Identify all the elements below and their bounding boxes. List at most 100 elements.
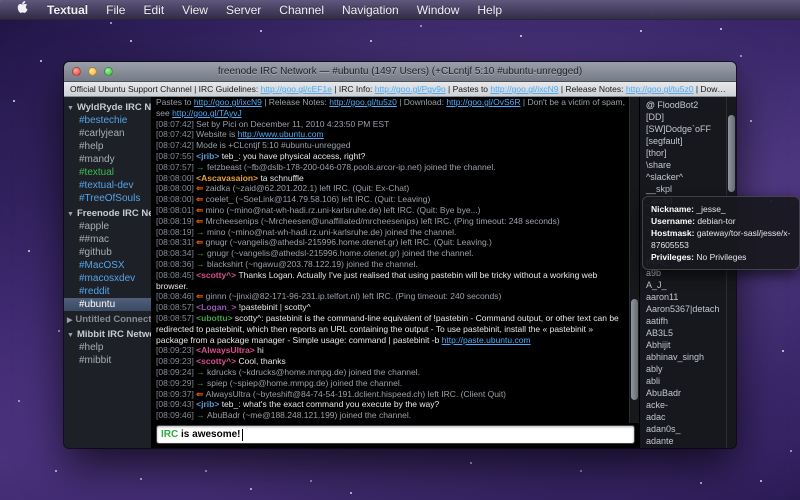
link[interactable]: http://goo.gl/TAyvJ xyxy=(172,108,242,118)
user-list-item[interactable]: acke- xyxy=(640,399,726,411)
userlist-scrollbar-thumb[interactable] xyxy=(728,115,735,192)
menu-item-navigation[interactable]: Navigation xyxy=(333,0,408,20)
input-text-segment: is xyxy=(178,429,192,440)
channel-item[interactable]: #carlyjean xyxy=(64,127,151,140)
disclosure-open-icon[interactable]: ▼ xyxy=(67,211,74,218)
channel-item[interactable]: ##mac xyxy=(64,233,151,246)
network-group-header[interactable]: ▼WyldRyde IRC Network xyxy=(64,99,151,114)
link[interactable]: http://goo.gl/cEF1e xyxy=(261,84,332,94)
channel-item[interactable]: #help xyxy=(64,341,151,354)
channel-item[interactable]: #mandy xyxy=(64,153,151,166)
channel-item[interactable]: #macosxdev xyxy=(64,272,151,285)
nickname[interactable]: <Logan_> xyxy=(196,302,239,312)
menu-item-edit[interactable]: Edit xyxy=(134,0,173,20)
topic-bar-text: Official Ubuntu Support Channel | IRC Gu… xyxy=(70,84,736,94)
window-body: ▼WyldRyde IRC Network#bestechie#carlyjea… xyxy=(64,97,736,448)
message-input[interactable]: IRC is awesome! xyxy=(156,425,635,444)
user-list-item[interactable]: [thor] xyxy=(640,147,726,159)
user-list-item[interactable]: [SW]Dodge`oFF xyxy=(640,123,726,135)
user-list-item[interactable]: AB3L5 xyxy=(640,327,726,339)
network-group-header[interactable]: ▶Untitled Connection xyxy=(64,311,151,326)
channel-item[interactable]: #help xyxy=(64,140,151,153)
user-list-item[interactable]: Aaron5367|detach xyxy=(640,303,726,315)
link[interactable]: http://goo.gl/tu5z0 xyxy=(329,97,397,107)
menubar: TextualFileEditViewServerChannelNavigati… xyxy=(0,0,800,20)
menu-item-window[interactable]: Window xyxy=(408,0,469,20)
timestamp: [08:08:57] xyxy=(156,302,196,312)
nickname[interactable]: <jrib> xyxy=(196,399,222,409)
channel-item[interactable]: #ubuntu xyxy=(64,298,151,311)
user-list-item[interactable]: Abhijit xyxy=(640,339,726,351)
input-text-segment: awesome! xyxy=(192,429,240,440)
link[interactable]: http://paste.ubuntu.com xyxy=(442,335,531,345)
minimize-button[interactable] xyxy=(88,67,97,76)
menu-item-file[interactable]: File xyxy=(97,0,134,20)
user-list-item[interactable]: aatifh xyxy=(640,315,726,327)
link[interactable]: http://goo.gl/Pgv9o xyxy=(375,84,446,94)
link[interactable]: http://goo.gl/ixcN9 xyxy=(194,97,262,107)
nickname[interactable]: <jrib> xyxy=(196,151,222,161)
userlist-scrollbar[interactable] xyxy=(726,97,736,448)
disclosure-open-icon[interactable]: ▼ xyxy=(67,332,74,339)
channel-item[interactable]: #reddit xyxy=(64,285,151,298)
user-list-item[interactable]: adac xyxy=(640,411,726,423)
chat-scrollbar[interactable] xyxy=(629,97,639,423)
timestamp: [08:07:57] xyxy=(156,162,196,172)
user-list-item[interactable]: aaron11 xyxy=(640,291,726,303)
user-list-item[interactable]: [segfault] xyxy=(640,135,726,147)
channel-item[interactable]: #TreeOfSouls xyxy=(64,192,151,205)
tooltip-label: Privileges: xyxy=(651,252,696,262)
event-text: kdrucks (~kdrucks@home.mmpg.de) joined t… xyxy=(207,367,420,377)
menu-item-channel[interactable]: Channel xyxy=(270,0,333,20)
network-group-header[interactable]: ▼Freenode IRC Network xyxy=(64,205,151,220)
disclosure-open-icon[interactable]: ▼ xyxy=(67,105,74,112)
link[interactable]: http://goo.gl/tu5z0 xyxy=(626,84,694,94)
user-list-item[interactable]: \share xyxy=(640,159,726,171)
window-titlebar[interactable]: freenode IRC Network — #ubuntu (1497 Use… xyxy=(64,62,736,82)
user-list-item[interactable]: abli xyxy=(640,375,726,387)
user-list-item[interactable]: adante xyxy=(640,435,726,447)
chat-message: [08:07:42] Mode is +CLcntjf 5:10 #ubuntu… xyxy=(156,140,625,151)
user-list-item[interactable]: ^slacker^ xyxy=(640,171,726,183)
zoom-button[interactable] xyxy=(104,67,113,76)
channel-item[interactable]: #MacOSX xyxy=(64,259,151,272)
menu-item-help[interactable]: Help xyxy=(468,0,511,20)
timestamp: [08:08:31] xyxy=(156,237,196,247)
leave-arrow-icon: ⇐ xyxy=(196,183,205,193)
timestamp: [08:08:57] xyxy=(156,313,196,323)
user-list-item[interactable]: abhinav_singh xyxy=(640,351,726,363)
disclosure-collapsed-icon[interactable]: ▶ xyxy=(67,317,72,324)
channel-item[interactable]: #apple xyxy=(64,220,151,233)
chat-scrollbar-thumb[interactable] xyxy=(631,299,638,400)
channel-item[interactable]: #textual-dev xyxy=(64,179,151,192)
chat-wrap: [08:07:42] → mikemac11[SL] (~discovery@i… xyxy=(152,97,639,423)
user-list-item[interactable]: adan0s_ xyxy=(640,423,726,435)
chat-log: [08:07:42] → mikemac11[SL] (~discovery@i… xyxy=(152,97,629,423)
nickname[interactable]: <scotty^> xyxy=(196,270,238,280)
channel-item[interactable]: #mibbit xyxy=(64,354,151,367)
user-list-item[interactable]: [DD] xyxy=(640,111,726,123)
user-list-item[interactable]: @ FloodBot2 xyxy=(640,99,726,111)
channel-item[interactable]: #github xyxy=(64,246,151,259)
close-button[interactable] xyxy=(72,67,81,76)
nickname[interactable]: <scotty^> xyxy=(196,356,238,366)
tooltip-label: Username: xyxy=(651,216,697,226)
apple-menu[interactable] xyxy=(8,0,38,20)
link[interactable]: http://www.ubuntu.com xyxy=(238,129,324,139)
user-list-item[interactable]: A_J_ xyxy=(640,279,726,291)
channel-item[interactable]: #textual xyxy=(64,166,151,179)
network-group-header[interactable]: ▼Mibbit IRC Network xyxy=(64,326,151,341)
nickname[interactable]: <ubottu> xyxy=(196,313,235,323)
menu-item-view[interactable]: View xyxy=(173,0,217,20)
leave-arrow-icon: ⇐ xyxy=(196,216,205,226)
menu-item-server[interactable]: Server xyxy=(217,0,270,20)
link[interactable]: http://goo.gl/ixcN9 xyxy=(490,84,558,94)
link[interactable]: http://goo.gl/OvS6R xyxy=(446,97,520,107)
user-list-item[interactable]: ably xyxy=(640,363,726,375)
menu-item-textual[interactable]: Textual xyxy=(38,0,97,20)
nickname[interactable]: <AlwaysUltra> xyxy=(196,345,257,355)
nickname[interactable]: <Ascavasaion> xyxy=(196,173,260,183)
user-list-item[interactable]: AbuBadr xyxy=(640,387,726,399)
channel-item[interactable]: #bestechie xyxy=(64,114,151,127)
user-list-item[interactable]: __skpl xyxy=(640,183,726,195)
